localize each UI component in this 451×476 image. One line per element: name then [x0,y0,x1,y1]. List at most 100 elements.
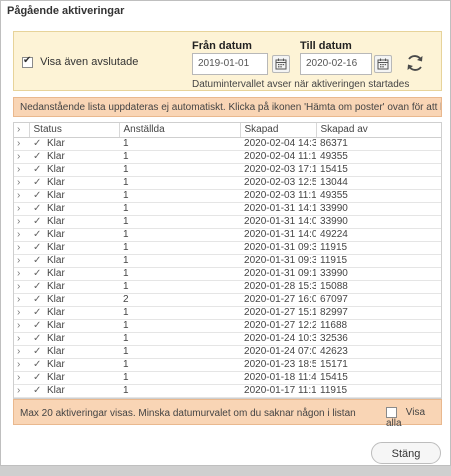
activations-dialog: Pågående aktiveringar Visa även avslutad… [0,0,451,466]
table-row[interactable]: › ✓ Klar 1 2020-01-24 07:01 42623 [14,345,441,359]
check-icon: ✓ [29,319,43,333]
table-row[interactable]: › ✓ Klar 1 2020-02-03 12:57 13044 [14,176,441,190]
column-header-employees[interactable]: Anställda [118,123,241,138]
created-cell: 2020-01-31 14:08 [240,215,317,229]
expand-row-icon[interactable]: › [14,189,29,203]
created-by-cell: 49224 [316,228,441,242]
check-icon: ✓ [29,306,43,320]
expand-row-icon[interactable]: › [14,202,29,216]
check-icon: ✓ [29,384,43,398]
check-icon: ✓ [29,189,43,203]
created-by-cell: 15171 [316,358,441,372]
table-row[interactable]: › ✓ Klar 1 2020-01-31 09:18 33990 [14,267,441,281]
expand-row-icon[interactable]: › [14,306,29,320]
check-icon: ✓ [29,371,43,385]
employees-cell: 1 [119,137,241,151]
table-row[interactable]: › ✓ Klar 1 2020-01-31 14:12 33990 [14,202,441,216]
status-cell: Klar [43,241,120,255]
table-row[interactable]: › ✓ Klar 1 2020-01-31 14:00 49224 [14,228,441,242]
from-date-input[interactable]: 2019-01-01 [192,53,268,75]
table-header: › Status Anställda Skapad Skapad av [14,123,441,138]
refresh-icon [407,55,423,71]
expand-row-icon[interactable]: › [14,241,29,255]
created-by-cell: 42623 [316,345,441,359]
expand-row-icon[interactable]: › [14,319,29,333]
table-row[interactable]: › ✓ Klar 1 2020-01-31 09:34 11915 [14,241,441,255]
table-row[interactable]: › ✓ Klar 1 2020-01-18 11:42 15415 [14,371,441,385]
expand-row-icon[interactable]: › [14,215,29,229]
created-by-cell: 32536 [316,332,441,346]
show-finished-toggle[interactable]: Visa även avslutade [22,55,138,68]
expand-row-icon[interactable]: › [14,345,29,359]
expand-row-icon[interactable]: › [14,267,29,281]
table-row[interactable]: › ✓ Klar 2 2020-01-27 16:00 67097 [14,293,441,307]
expand-row-icon[interactable]: › [14,150,29,164]
created-cell: 2020-02-04 11:13 [240,150,317,164]
table-row[interactable]: › ✓ Klar 1 2020-01-24 10:34 32536 [14,332,441,346]
from-calendar-button[interactable] [272,55,290,73]
expand-row-icon[interactable]: › [14,280,29,294]
employees-cell: 1 [119,332,241,346]
created-cell: 2020-01-31 09:18 [240,267,317,281]
employees-cell: 1 [119,176,241,190]
employees-cell: 1 [119,163,241,177]
expand-row-icon[interactable]: › [14,293,29,307]
table-row[interactable]: › ✓ Klar 1 2020-01-27 12:28 11688 [14,319,441,333]
check-icon: ✓ [29,176,43,190]
employees-cell: 1 [119,384,241,398]
status-cell: Klar [43,137,120,151]
expand-row-icon[interactable]: › [14,228,29,242]
expand-header-icon: › [14,123,29,138]
expand-row-icon[interactable]: › [14,163,29,177]
table-row[interactable]: › ✓ Klar 1 2020-01-28 15:33 15088 [14,280,441,294]
table-row[interactable]: › ✓ Klar 1 2020-02-04 14:32 86371 [14,137,441,151]
employees-cell: 1 [119,215,241,229]
table-row[interactable]: › ✓ Klar 1 2020-01-31 09:30 11915 [14,254,441,268]
show-all-toggle[interactable]: Visa alla [386,407,441,429]
table-row[interactable]: › ✓ Klar 1 2020-01-17 11:13 11915 [14,384,441,398]
activations-table: › Status Anställda Skapad Skapad av › ✓ Kl… [13,122,442,399]
expand-row-icon[interactable]: › [14,332,29,346]
column-header-created[interactable]: Skapad [239,123,317,138]
show-all-checkbox[interactable] [386,407,397,418]
reload-button[interactable] [404,52,426,74]
table-row[interactable]: › ✓ Klar 1 2020-02-03 11:19 49355 [14,189,441,203]
created-cell: 2020-01-31 14:00 [240,228,317,242]
to-calendar-button[interactable] [374,55,392,73]
expand-row-icon[interactable]: › [14,384,29,398]
created-cell: 2020-01-28 15:33 [240,280,317,294]
table-row[interactable]: › ✓ Klar 1 2020-01-31 14:08 33990 [14,215,441,229]
created-cell: 2020-01-31 09:30 [240,254,317,268]
status-cell: Klar [43,254,120,268]
status-cell: Klar [43,202,120,216]
status-cell: Klar [43,163,120,177]
show-finished-checkbox[interactable] [22,55,33,68]
column-header-created-by[interactable]: Skapad av [315,123,441,138]
close-button[interactable]: Stäng [371,442,441,464]
employees-cell: 1 [119,319,241,333]
employees-cell: 1 [119,254,241,268]
created-by-cell: 11915 [316,384,441,398]
to-date-input[interactable]: 2020-02-16 [300,53,372,75]
expand-row-icon[interactable]: › [14,358,29,372]
expand-row-icon[interactable]: › [14,371,29,385]
background-window [0,466,451,476]
expand-row-icon[interactable]: › [14,176,29,190]
created-by-cell: 82997 [316,306,441,320]
created-cell: 2020-02-03 12:57 [240,176,317,190]
check-icon: ✓ [29,280,43,294]
table-row[interactable]: › ✓ Klar 1 2020-01-27 15:18 82997 [14,306,441,320]
table-row[interactable]: › ✓ Klar 1 2020-01-23 18:55 15171 [14,358,441,372]
employees-cell: 1 [119,306,241,320]
status-cell: Klar [43,319,120,333]
table-row[interactable]: › ✓ Klar 1 2020-02-03 17:12 15415 [14,163,441,177]
status-cell: Klar [43,228,120,242]
created-cell: 2020-01-27 15:18 [240,306,317,320]
expand-row-icon[interactable]: › [14,254,29,268]
check-icon: ✓ [29,228,43,242]
column-header-status[interactable]: Status [28,123,120,138]
expand-row-icon[interactable]: › [14,137,29,151]
created-cell: 2020-01-24 10:34 [240,332,317,346]
table-row[interactable]: › ✓ Klar 1 2020-02-04 11:13 49355 [14,150,441,164]
status-cell: Klar [43,189,120,203]
